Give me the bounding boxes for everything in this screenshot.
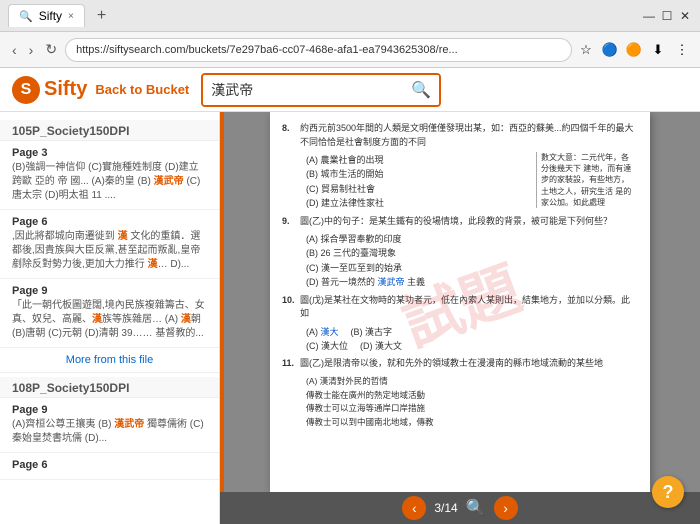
list-item[interactable]: Page 6 bbox=[0, 453, 219, 480]
pdf-zoom-btn[interactable]: 🔍 bbox=[466, 498, 486, 518]
minimize-btn[interactable]: — bbox=[642, 9, 656, 23]
menu-icon[interactable]: ⋮ bbox=[672, 40, 692, 60]
list-item[interactable]: Page 3 (B)強調一神信仰 (C)實施種姓制度 (D)建立跨歐 亞的 帝 … bbox=[0, 141, 219, 210]
title-bar-left: 🔍 Sifty × + bbox=[8, 4, 112, 27]
question-8: 8. 約西元前3500年間的人類是文明僅僅發現出某，如：西亞的蘇美...約四個千… bbox=[282, 122, 638, 149]
tab-close-btn[interactable]: × bbox=[68, 11, 74, 22]
pdf-next-btn[interactable]: › bbox=[494, 496, 518, 520]
close-btn[interactable]: ✕ bbox=[678, 9, 692, 23]
page-text: ,因此將都城向南遷徙到 漢 文化的重鎮．選都後,因貴族與大臣反黨,甚至起而叛亂,… bbox=[12, 230, 207, 272]
logo-char: S bbox=[21, 81, 32, 99]
q11-options: (A) 漢清對外民的哲情 傳教士能在廣州的熱定地域活動 傳教士可以立海等通岸口岸… bbox=[282, 375, 638, 429]
maximize-btn[interactable]: ☐ bbox=[660, 9, 674, 23]
pdf-toolbar: ‹ 3/14 🔍 › bbox=[220, 492, 700, 524]
pdf-page: 試題 8. 約西元前3500年間的人類是文明僅僅發現出某，如：西亞的蘇美...約… bbox=[220, 112, 700, 492]
forward-btn[interactable]: › bbox=[25, 40, 38, 60]
title-bar: 🔍 Sifty × + — ☐ ✕ bbox=[0, 0, 700, 32]
search-input-wrap: 🔍 bbox=[201, 73, 441, 107]
page-label: Page 6 bbox=[12, 459, 207, 471]
tab-title: Sifty bbox=[39, 9, 62, 23]
file-group-1-title: 105P_Society150DPI bbox=[0, 120, 219, 141]
sidebar: 105P_Society150DPI Page 3 (B)強調一神信仰 (C)實… bbox=[0, 112, 220, 524]
search-btn[interactable]: 🔍 bbox=[403, 75, 439, 105]
address-bar[interactable] bbox=[65, 38, 572, 62]
file-group-2: 108P_Society150DPI Page 9 (A)齊桓公尊王攘夷 (B)… bbox=[0, 377, 219, 480]
list-item[interactable]: Page 6 ,因此將都城向南遷徙到 漢 文化的重鎮．選都後,因貴族與大臣反黨,… bbox=[0, 210, 219, 279]
page-label: Page 3 bbox=[12, 147, 207, 159]
bookmark-icon[interactable]: ☆ bbox=[576, 40, 596, 60]
page-text: (A)齊桓公尊王攘夷 (B) 漢武帝 獨尊儒術 (C)秦始皇焚書坑儒 (D)..… bbox=[12, 418, 207, 446]
list-item[interactable]: Page 9 (A)齊桓公尊王攘夷 (B) 漢武帝 獨尊儒術 (C)秦始皇焚書坑… bbox=[0, 398, 219, 453]
q9-options: (A) 採合學習奉歡的印度 (B) 26 三代的臺灣現象 (C) 漢一至匹至到的… bbox=[282, 232, 638, 290]
file-group-2-title: 108P_Society150DPI bbox=[0, 377, 219, 398]
main-layout: 105P_Society150DPI Page 3 (B)強調一神信仰 (C)實… bbox=[0, 112, 700, 524]
page-label: Page 9 bbox=[12, 285, 207, 297]
back-btn[interactable]: ‹ bbox=[8, 40, 21, 60]
search-input[interactable] bbox=[203, 75, 403, 105]
logo-text: Sifty bbox=[44, 78, 87, 101]
page-label: Page 9 bbox=[12, 404, 207, 416]
browser-tab[interactable]: 🔍 Sifty × bbox=[8, 4, 85, 27]
help-btn[interactable]: ? bbox=[652, 476, 684, 508]
download-icon[interactable]: ⬇ bbox=[648, 40, 668, 60]
page-label: Page 6 bbox=[12, 216, 207, 228]
more-from-file-link[interactable]: More from this file bbox=[0, 348, 219, 373]
page-text: 「此一朝代板圖遊闊,境內民族複雜籌古、女真、奴兒、高麗、漢族等族雜居… (A) … bbox=[12, 299, 207, 341]
help-icon: ? bbox=[663, 482, 674, 503]
side-notes: 數文大意：二元代年，各分後幾天下 建地，而有達步的家裝設，有些地方，土地之人，研… bbox=[536, 152, 636, 208]
pdf-content: 試題 8. 約西元前3500年間的人類是文明僅僅發現出某，如：西亞的蘇美...約… bbox=[270, 112, 650, 492]
file-group-1: 105P_Society150DPI Page 3 (B)強調一神信仰 (C)實… bbox=[0, 120, 219, 373]
nav-icons: ☆ 🔵 🟠 ⬇ ⋮ bbox=[576, 40, 692, 60]
extension-icon[interactable]: 🟠 bbox=[624, 40, 644, 60]
pdf-viewer: 試題 8. 約西元前3500年間的人類是文明僅僅發現出某，如：西亞的蘇美...約… bbox=[220, 112, 700, 524]
pdf-prev-btn[interactable]: ‹ bbox=[402, 496, 426, 520]
profile-icon[interactable]: 🔵 bbox=[600, 40, 620, 60]
list-item[interactable]: Page 9 「此一朝代板圖遊闊,境內民族複雜籌古、女真、奴兒、高麗、漢族等族雜… bbox=[0, 279, 219, 348]
question-10: 10. 圖(戊)是某社在文物時的某功者元，低在內索人某則出，結集地方，並加以分類… bbox=[282, 294, 638, 321]
new-tab-btn[interactable]: + bbox=[91, 7, 112, 25]
window-controls: — ☐ ✕ bbox=[642, 9, 692, 23]
search-icon: 🔍 bbox=[411, 80, 431, 100]
question-9: 9. 圖(乙)中的句子：是某生鐵有的役場情境，此段教的背景，被可能是下列何些？ bbox=[282, 215, 638, 229]
search-bar: S Sifty Back to Bucket 🔍 bbox=[0, 68, 700, 112]
pdf-page-num: 3/14 bbox=[434, 501, 457, 515]
orange-bar bbox=[220, 112, 224, 492]
question-11: 11. 圖(乙)是限清帝以後，就和先外的領域教士在漫漫南的縣市地域流動的某些地 bbox=[282, 357, 638, 371]
page-text: (B)強調一神信仰 (C)實施種姓制度 (D)建立跨歐 亞的 帝 國... (A… bbox=[12, 161, 207, 203]
back-to-bucket-link[interactable]: Back to Bucket bbox=[95, 82, 189, 97]
refresh-btn[interactable]: ↻ bbox=[41, 39, 61, 60]
q10-options: (A) 漢大 (B) 漢古字 (C) 漢大位 (D) 漢大文 bbox=[282, 325, 638, 354]
sifty-logo: S Sifty bbox=[12, 76, 87, 104]
nav-bar: ‹ › ↻ ☆ 🔵 🟠 ⬇ ⋮ bbox=[0, 32, 700, 68]
logo-icon: S bbox=[12, 76, 40, 104]
